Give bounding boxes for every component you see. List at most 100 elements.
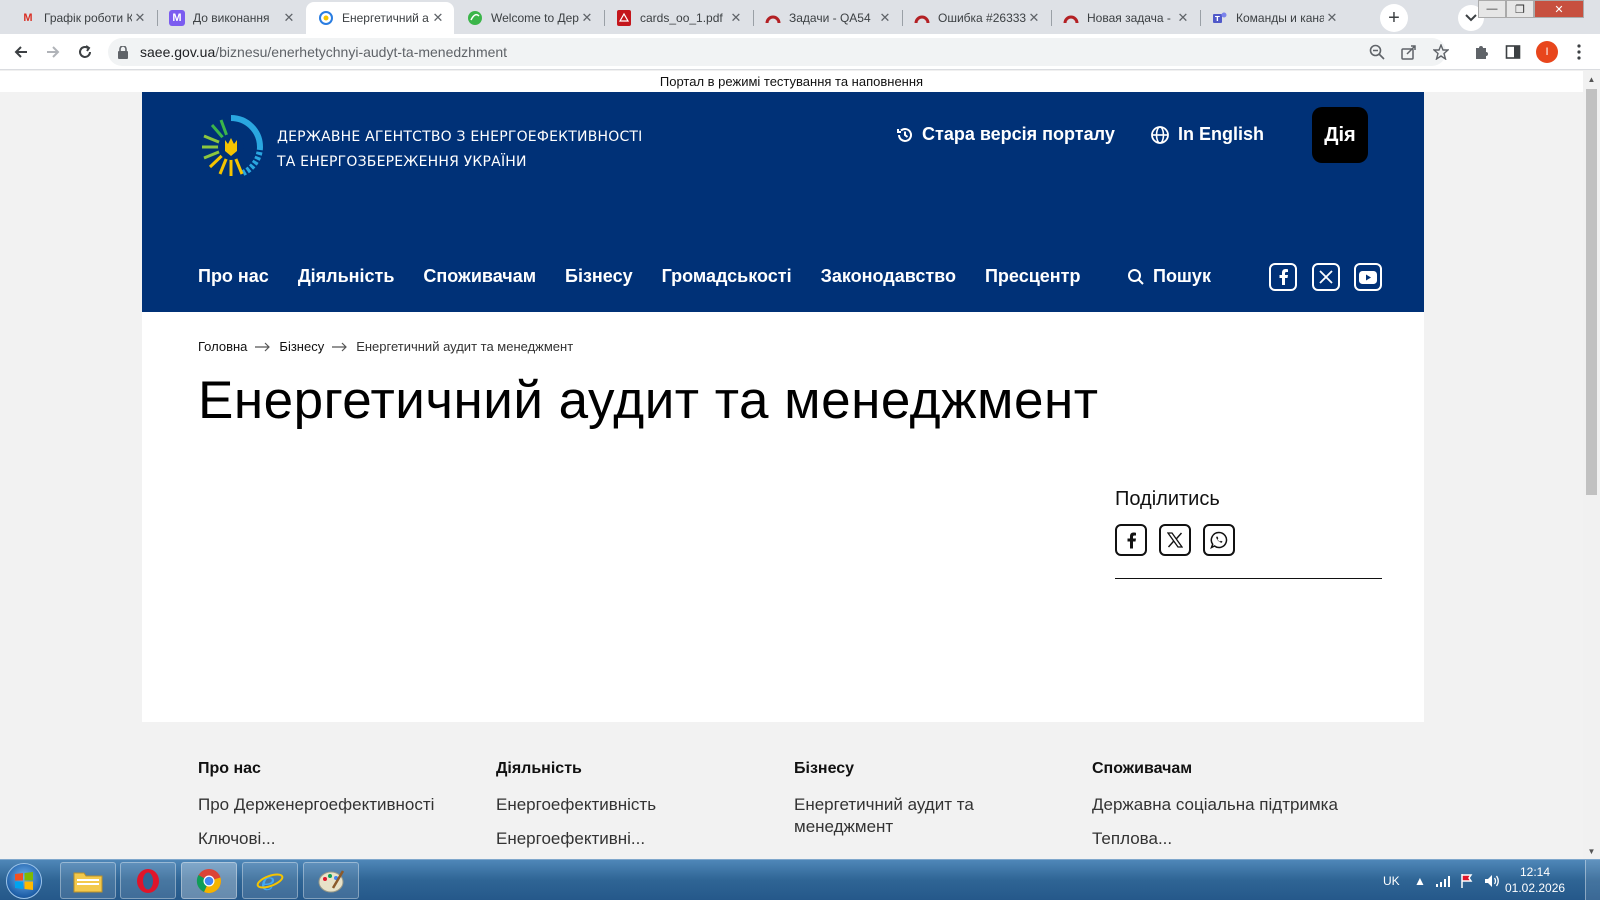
teams-icon: T — [1212, 10, 1228, 26]
close-icon[interactable]: ✕ — [877, 10, 893, 26]
extensions-puzzle-icon[interactable] — [1472, 43, 1490, 61]
language-indicator[interactable]: UK — [1383, 860, 1400, 900]
footer-link[interactable]: Державна соціальна підтримка — [1092, 794, 1372, 816]
forward-button[interactable] — [40, 40, 66, 64]
show-hidden-icons[interactable]: ▲ — [1414, 860, 1426, 900]
close-window-button[interactable]: ✕ — [1534, 0, 1584, 18]
address-bar[interactable]: saee.gov.ua/biznesu/enerhetychnyi-audyt-… — [108, 38, 1446, 66]
new-tab-button[interactable]: + — [1380, 4, 1408, 32]
close-icon[interactable]: ✕ — [281, 10, 297, 26]
close-icon[interactable]: ✕ — [1026, 10, 1042, 26]
footer-heading[interactable]: Споживачам — [1092, 760, 1372, 778]
redmine-icon — [765, 10, 781, 26]
nav-item-legislation[interactable]: Законодавство — [821, 266, 956, 287]
taskbar-opera[interactable] — [120, 862, 176, 899]
footer-heading[interactable]: Діяльність — [496, 760, 776, 778]
close-icon[interactable]: ✕ — [132, 10, 148, 26]
agency-name-line-2: ТА ЕНЕРГОЗБЕРЕЖЕННЯ УКРАЇНИ — [277, 154, 527, 170]
agency-logo-icon[interactable] — [198, 114, 264, 180]
breadcrumb-home[interactable]: Головна — [198, 339, 247, 354]
breadcrumb-current: Енергетичний аудит та менеджмент — [356, 339, 574, 354]
nav-item-business[interactable]: Бізнесу — [565, 266, 633, 287]
back-button[interactable] — [8, 40, 34, 64]
footer-heading[interactable]: Бізнесу — [794, 760, 994, 778]
browser-tab-2[interactable]: M До виконання ✕ — [157, 2, 305, 34]
chevron-down-icon — [1465, 14, 1477, 22]
site-footer: Про нас Про Держенергоефективності Ключо… — [142, 722, 1424, 859]
clock-date: 01.02.2026 — [1505, 881, 1566, 895]
browser-tab-5[interactable]: cards_oo_1.pdf ✕ — [604, 2, 752, 34]
scrollbar-thumb[interactable] — [1586, 89, 1597, 495]
start-button[interactable] — [6, 863, 42, 899]
restore-window-button[interactable]: ❐ — [1506, 0, 1534, 18]
scroll-down-arrow-icon[interactable]: ▼ — [1583, 843, 1600, 859]
footer-link[interactable]: Енергоефективність — [496, 794, 776, 816]
network-signal-icon[interactable] — [1436, 860, 1452, 900]
footer-link[interactable]: Теплова... — [1092, 828, 1372, 850]
footer-link[interactable]: Енергетичний аудит та менеджмент — [794, 794, 994, 838]
reload-icon — [79, 45, 91, 58]
page-viewport: Портал в режимі тестування та наповнення — [0, 71, 1583, 859]
side-panel-icon[interactable] — [1504, 43, 1522, 61]
nav-item-public[interactable]: Громадськості — [662, 266, 792, 287]
action-center-flag-icon[interactable] — [1460, 860, 1474, 900]
close-icon[interactable]: ✕ — [728, 10, 744, 26]
browser-tab-4[interactable]: Welcome to Дер ✕ — [455, 2, 603, 34]
share-x-button[interactable] — [1159, 524, 1191, 556]
taskbar-paint[interactable] — [303, 862, 359, 899]
footer-link[interactable]: Енергоефективні... — [496, 828, 776, 850]
close-icon[interactable]: ✕ — [579, 10, 595, 26]
scroll-up-arrow-icon[interactable]: ▲ — [1583, 71, 1600, 87]
agency-name[interactable]: ДЕРЖАВНЕ АГЕНТСТВО З ЕНЕРГОЕФЕКТИВНОСТІ … — [277, 125, 643, 175]
footer-heading[interactable]: Про нас — [198, 760, 478, 778]
testing-banner: Портал в режимі тестування та наповнення — [0, 71, 1583, 92]
close-icon[interactable]: ✕ — [1324, 10, 1340, 26]
close-icon[interactable]: ✕ — [430, 10, 446, 26]
nav-item-activity[interactable]: Діяльність — [298, 266, 395, 287]
browser-menu-icon[interactable] — [1570, 43, 1588, 61]
browser-tab-6[interactable]: Задачи - QA54 ✕ — [753, 2, 901, 34]
nav-item-about[interactable]: Про нас — [198, 266, 269, 287]
close-icon[interactable]: ✕ — [1175, 10, 1191, 26]
share-page-icon[interactable] — [1400, 43, 1418, 61]
globe-icon — [1151, 125, 1169, 144]
tab-title: Енергетичний а — [342, 11, 429, 25]
main-content: Головна Бізнесу Енергетичний аудит та ме… — [142, 312, 1424, 722]
search-icon — [1128, 268, 1144, 285]
browser-tab-7[interactable]: Ошибка #26333 ✕ — [902, 2, 1050, 34]
old-version-link[interactable]: Стара версія порталу — [896, 124, 1115, 145]
minimize-window-button[interactable]: — — [1478, 0, 1506, 18]
footer-link[interactable]: Про Держенергоефективності — [198, 794, 478, 816]
share-facebook-button[interactable] — [1115, 524, 1147, 556]
header-facebook-link[interactable] — [1269, 263, 1297, 291]
english-version-link[interactable]: In English — [1150, 124, 1264, 145]
bookmark-star-icon[interactable] — [1432, 43, 1450, 61]
share-whatsapp-button[interactable] — [1203, 524, 1235, 556]
tab-title: Графік роботи К — [44, 11, 132, 25]
browser-tab-strip: M Графік роботи К ✕ M До виконання ✕ Ене… — [0, 0, 1600, 34]
browser-tab-9[interactable]: T Команды и кана ✕ — [1200, 2, 1348, 34]
pdf-icon — [616, 10, 632, 26]
nav-item-press-center[interactable]: Пресцентр — [985, 266, 1080, 287]
taskbar-clock[interactable]: 12:14 01.02.2026 — [1505, 864, 1565, 896]
header-x-link[interactable] — [1312, 263, 1340, 291]
zoom-icon[interactable] — [1368, 43, 1386, 61]
header-youtube-link[interactable] — [1354, 263, 1382, 291]
show-desktop-button[interactable] — [1585, 860, 1600, 900]
taskbar-chrome[interactable] — [181, 862, 237, 899]
browser-tab-3-active[interactable]: Енергетичний а ✕ — [306, 2, 454, 34]
reload-button[interactable] — [72, 40, 98, 64]
breadcrumb-business[interactable]: Бізнесу — [279, 339, 324, 354]
search-button[interactable]: Пошук — [1127, 266, 1211, 287]
taskbar-internet-explorer[interactable]: e — [242, 862, 298, 899]
page-scrollbar[interactable]: ▲ ▼ — [1583, 71, 1600, 859]
volume-icon[interactable] — [1484, 860, 1500, 900]
browser-tab-1[interactable]: M Графік роботи К ✕ — [8, 2, 156, 34]
taskbar-explorer[interactable] — [60, 862, 116, 899]
browser-tab-8[interactable]: Новая задача - ✕ — [1051, 2, 1199, 34]
profile-avatar[interactable]: I — [1536, 41, 1558, 63]
tab-title: Задачи - QA54 — [789, 11, 871, 25]
footer-link[interactable]: Ключові... — [198, 828, 478, 850]
nav-item-consumers[interactable]: Споживачам — [423, 266, 536, 287]
diia-button[interactable]: Дія — [1312, 107, 1368, 163]
